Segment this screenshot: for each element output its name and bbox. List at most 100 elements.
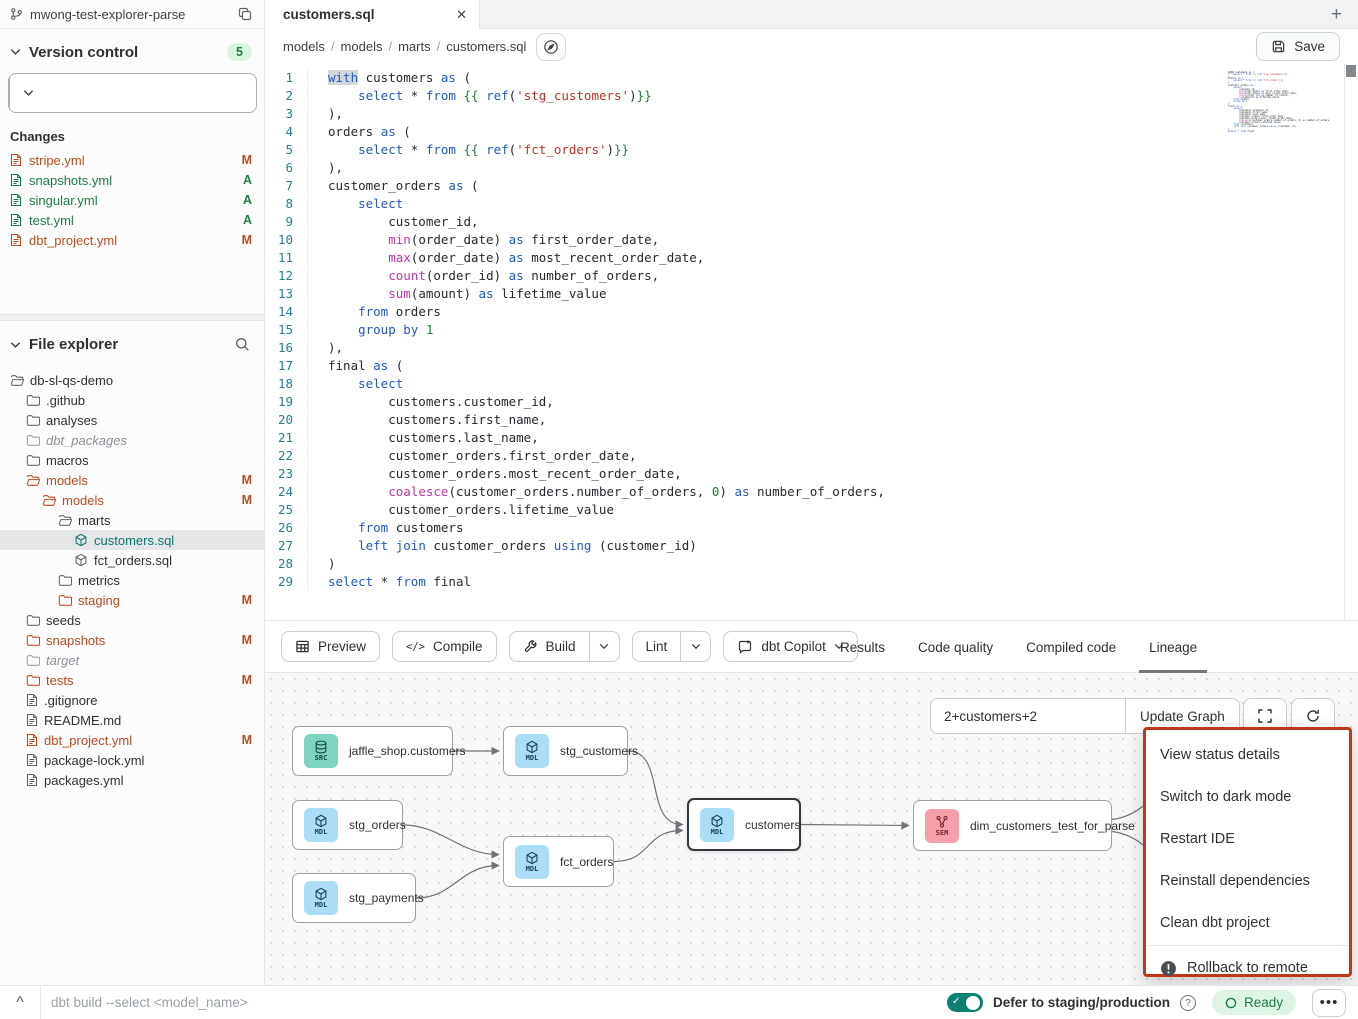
graph-node-stg_customers[interactable]: MDL stg_customers	[503, 726, 628, 776]
tab-compiled-code[interactable]: Compiled code	[1026, 621, 1116, 673]
menu-item-restart-ide[interactable]: Restart IDE	[1146, 818, 1349, 860]
code-line-27[interactable]: 27 left join customer_orders using (cust…	[265, 537, 1358, 555]
expand-command-caret[interactable]: ^	[0, 994, 40, 1012]
tree-item-fct_orders.sql[interactable]: fct_orders.sql	[0, 550, 264, 570]
code-line-6[interactable]: 6),	[265, 159, 1358, 177]
code-line-4[interactable]: 4orders as (	[265, 123, 1358, 141]
build-options-chevron[interactable]	[589, 632, 619, 661]
more-options-button[interactable]: •••	[1312, 989, 1346, 1017]
commit-options-chevron[interactable]	[9, 74, 47, 112]
code-line-29[interactable]: 29select * from final	[265, 573, 1358, 591]
code-line-15[interactable]: 15 group by 1	[265, 321, 1358, 339]
changed-file-stripe.yml[interactable]: stripe.yml M	[0, 150, 264, 170]
close-tab-icon[interactable]: ✕	[456, 7, 467, 23]
defer-toggle[interactable]: ✓	[947, 993, 983, 1012]
code-line-22[interactable]: 22 customer_orders.first_order_date,	[265, 447, 1358, 465]
graph-node-dim_customers_test_for_parse[interactable]: SEM dim_customers_test_for_parse	[913, 800, 1112, 851]
tree-item-models[interactable]: modelsM	[0, 470, 264, 490]
tree-item-macros[interactable]: macros	[0, 450, 264, 470]
tab-customers-sql[interactable]: customers.sql ✕	[265, 0, 480, 29]
lineage-selector-input[interactable]: 2+customers+2	[930, 698, 1125, 734]
help-icon[interactable]: ?	[1180, 995, 1196, 1011]
code-line-5[interactable]: 5 select * from {{ ref('fct_orders')}}	[265, 141, 1358, 159]
graph-node-fct_orders[interactable]: MDL fct_orders	[503, 836, 614, 887]
tab-code-quality[interactable]: Code quality	[918, 621, 993, 673]
compile-button[interactable]: </> Compile	[392, 631, 497, 662]
code-line-19[interactable]: 19 customers.customer_id,	[265, 393, 1358, 411]
tree-item-metrics[interactable]: metrics	[0, 570, 264, 590]
build-button[interactable]: Build	[510, 632, 589, 661]
tree-item-tests[interactable]: testsM	[0, 670, 264, 690]
breadcrumb-segment[interactable]: marts	[398, 39, 431, 54]
lint-button[interactable]: Lint	[633, 632, 681, 661]
code-line-11[interactable]: 11 max(order_date) as most_recent_order_…	[265, 249, 1358, 267]
menu-item-rollback-to-remote[interactable]: Rollback to remote	[1146, 947, 1349, 985]
tree-item-db-sl-qs-demo[interactable]: db-sl-qs-demo	[0, 370, 264, 390]
tree-item-staging[interactable]: stagingM	[0, 590, 264, 610]
code-line-8[interactable]: 8 select	[265, 195, 1358, 213]
breadcrumb-segment[interactable]: models	[283, 39, 325, 54]
tree-item-models[interactable]: modelsM	[0, 490, 264, 510]
changed-file-snapshots.yml[interactable]: snapshots.yml A	[0, 170, 264, 190]
tree-item-analyses[interactable]: analyses	[0, 410, 264, 430]
code-line-1[interactable]: 1with customers as (	[265, 69, 1358, 87]
new-tab-button[interactable]: +	[1331, 0, 1342, 29]
code-line-24[interactable]: 24 coalesce(customer_orders.number_of_or…	[265, 483, 1358, 501]
menu-item-switch-to-dark-mode[interactable]: Switch to dark mode	[1146, 776, 1349, 818]
save-button[interactable]: Save	[1256, 32, 1340, 61]
tree-item-.gitignore[interactable]: .gitignore	[0, 690, 264, 710]
tree-item-marts[interactable]: marts	[0, 510, 264, 530]
editor-minimap[interactable]: 1with customers as (2 select * from {{ r…	[1228, 72, 1288, 133]
changed-file-test.yml[interactable]: test.yml A	[0, 210, 264, 230]
code-line-18[interactable]: 18 select	[265, 375, 1358, 393]
code-line-2[interactable]: 2 select * from {{ ref('stg_customers')}…	[265, 87, 1358, 105]
menu-item-reinstall-dependencies[interactable]: Reinstall dependencies	[1146, 860, 1349, 902]
editor-scrollbar-thumb[interactable]	[1346, 65, 1356, 77]
code-line-16[interactable]: 16),	[265, 339, 1358, 357]
code-line-23[interactable]: 23 customer_orders.most_recent_order_dat…	[265, 465, 1358, 483]
code-line-28[interactable]: 28)	[265, 555, 1358, 573]
command-input[interactable]: dbt build --select <model_name>	[40, 986, 947, 1019]
code-line-12[interactable]: 12 count(order_id) as number_of_orders,	[265, 267, 1358, 285]
menu-item-clean-dbt-project[interactable]: Clean dbt project	[1146, 902, 1349, 944]
code-line-21[interactable]: 21 customers.last_name,	[265, 429, 1358, 447]
lint-options-chevron[interactable]	[680, 632, 710, 661]
changed-file-dbt_project.yml[interactable]: dbt_project.yml M	[0, 230, 264, 250]
code-line-25[interactable]: 25 customer_orders.lifetime_value	[265, 501, 1358, 519]
copy-branch-icon[interactable]	[236, 5, 254, 23]
graph-node-stg_orders[interactable]: MDL stg_orders	[292, 800, 403, 850]
tab-results[interactable]: Results	[840, 621, 885, 673]
commit-and-sync-button[interactable]: Commit and sync	[8, 73, 257, 113]
version-control-header[interactable]: Version control 5	[0, 29, 264, 71]
editor-scrollbar[interactable]	[1344, 64, 1358, 620]
graph-node-stg_payments[interactable]: MDL stg_payments	[292, 873, 416, 923]
code-line-9[interactable]: 9 customer_id,	[265, 213, 1358, 231]
tree-item-snapshots[interactable]: snapshotsM	[0, 630, 264, 650]
tree-item-README.md[interactable]: README.md	[0, 710, 264, 730]
tab-lineage[interactable]: Lineage	[1149, 621, 1197, 673]
tree-item-target[interactable]: target	[0, 650, 264, 670]
code-line-20[interactable]: 20 customers.first_name,	[265, 411, 1358, 429]
code-line-3[interactable]: 3),	[265, 105, 1358, 123]
code-line-7[interactable]: 7customer_orders as (	[265, 177, 1358, 195]
menu-item-view-status-details[interactable]: View status details	[1146, 734, 1349, 776]
graph-node-customers[interactable]: MDL customers	[687, 798, 801, 851]
tree-item-seeds[interactable]: seeds	[0, 610, 264, 630]
breadcrumb-segment[interactable]: customers.sql	[446, 39, 526, 54]
dbt-copilot-button[interactable]: dbt Copilot	[723, 631, 858, 662]
tree-item-.github[interactable]: .github	[0, 390, 264, 410]
preview-button[interactable]: Preview	[281, 631, 380, 662]
tree-item-dbt_project.yml[interactable]: dbt_project.ymlM	[0, 730, 264, 750]
breadcrumb-segment[interactable]: models	[341, 39, 383, 54]
tree-item-customers.sql[interactable]: customers.sql	[0, 530, 264, 550]
tree-item-packages.yml[interactable]: packages.yml	[0, 770, 264, 790]
changed-file-singular.yml[interactable]: singular.yml A	[0, 190, 264, 210]
tree-item-dbt_packages[interactable]: dbt_packages	[0, 430, 264, 450]
code-editor[interactable]: 1with customers as (2 select * from {{ r…	[265, 64, 1358, 620]
code-line-17[interactable]: 17final as (	[265, 357, 1358, 375]
code-line-13[interactable]: 13 sum(amount) as lifetime_value	[265, 285, 1358, 303]
search-icon[interactable]	[233, 335, 252, 354]
tree-item-package-lock.yml[interactable]: package-lock.yml	[0, 750, 264, 770]
graph-node-jaffle_shop.customers[interactable]: SRC jaffle_shop.customers	[292, 726, 453, 776]
code-line-10[interactable]: 10 min(order_date) as first_order_date,	[265, 231, 1358, 249]
